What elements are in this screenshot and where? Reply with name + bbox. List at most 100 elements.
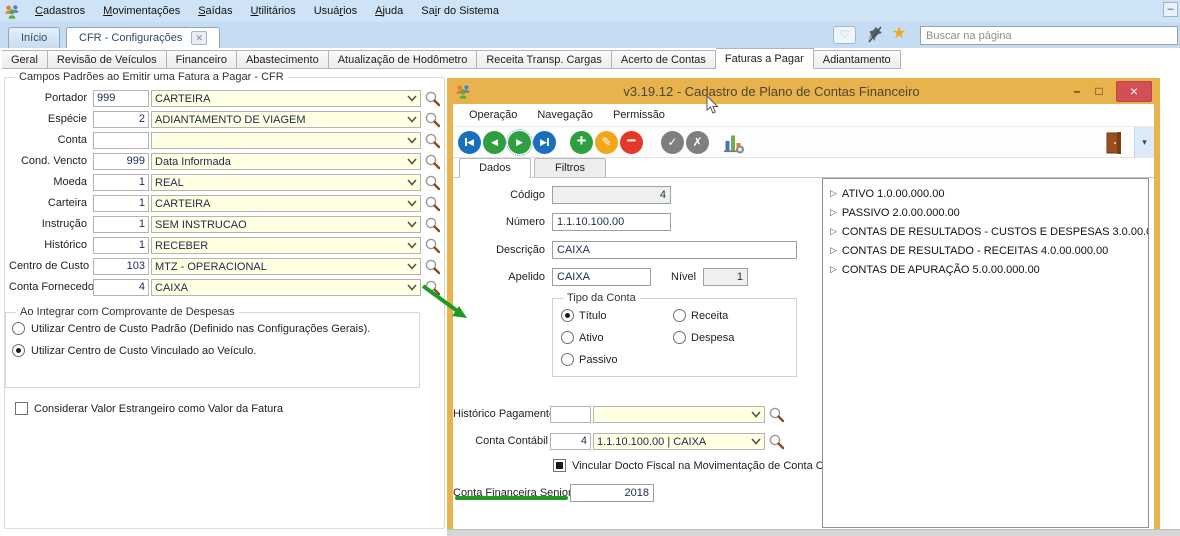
window-minimize-button[interactable]: – bbox=[1163, 2, 1178, 17]
radio-option[interactable]: Despesa bbox=[673, 331, 796, 344]
field-combo-select[interactable]: CAIXA bbox=[151, 279, 421, 296]
chevron-down-icon[interactable] bbox=[407, 221, 417, 228]
config-subtab[interactable]: Adiantamento bbox=[814, 50, 901, 69]
dialog-menu-item[interactable]: Navegação bbox=[527, 109, 603, 121]
last-record-button[interactable]: ▶ bbox=[533, 131, 556, 154]
pin-disabled-icon[interactable] bbox=[866, 25, 884, 45]
tab-filtros[interactable]: Filtros bbox=[534, 158, 606, 177]
tab-close-icon[interactable]: ✕ bbox=[191, 31, 207, 45]
lookup-magnifier-icon[interactable] bbox=[424, 258, 441, 275]
chevron-down-icon[interactable] bbox=[407, 116, 417, 123]
chevron-down-icon[interactable] bbox=[407, 158, 417, 165]
radio-button[interactable] bbox=[673, 309, 686, 322]
tree-expander-icon[interactable]: ▷ bbox=[830, 245, 837, 256]
menu-item[interactable]: Ajuda bbox=[366, 3, 412, 19]
chevron-down-icon[interactable] bbox=[407, 179, 417, 186]
radio-option[interactable]: Ativo bbox=[561, 331, 673, 344]
toolbar-dropdown-icon[interactable]: ▾ bbox=[1134, 127, 1154, 158]
lookup-magnifier-icon[interactable] bbox=[424, 195, 441, 212]
field-code-input[interactable] bbox=[93, 132, 149, 149]
tab-cfr-configuracoes[interactable]: CFR - Configurações ✕ bbox=[66, 27, 220, 48]
chevron-down-icon[interactable] bbox=[751, 438, 761, 445]
chevron-down-icon[interactable] bbox=[407, 284, 417, 291]
tree-item[interactable]: ▷ CONTAS DE RESULTADO - RECEITAS 4.0.00.… bbox=[827, 241, 1144, 260]
dialog-minimize-button[interactable]: – bbox=[1066, 84, 1088, 98]
field-code-input[interactable]: 1 bbox=[93, 174, 149, 191]
dialog-close-button[interactable]: × bbox=[1116, 81, 1152, 102]
delete-record-button[interactable]: − bbox=[620, 131, 643, 154]
chevron-down-icon[interactable] bbox=[407, 242, 417, 249]
add-record-button[interactable]: + bbox=[570, 131, 593, 154]
chevron-down-icon[interactable] bbox=[407, 200, 417, 207]
config-subtab[interactable]: Atualização de Hodômetro bbox=[329, 50, 478, 69]
radio-option[interactable]: Passivo bbox=[561, 353, 673, 366]
menu-item[interactable]: Cadastros bbox=[26, 3, 94, 19]
field-combo-select[interactable]: MTZ - OPERACIONAL bbox=[151, 258, 421, 275]
numero-input[interactable]: 1.1.10.100.00 bbox=[552, 213, 671, 231]
menu-item[interactable]: Usuários bbox=[305, 3, 366, 19]
field-combo-select[interactable]: SEM INSTRUCAO bbox=[151, 216, 421, 233]
menu-item[interactable]: Movimentações bbox=[94, 3, 189, 19]
search-input[interactable] bbox=[920, 26, 1178, 45]
tree-expander-icon[interactable]: ▷ bbox=[830, 226, 837, 237]
field-code-input[interactable]: 1 bbox=[93, 237, 149, 254]
lookup-magnifier-icon[interactable] bbox=[424, 90, 441, 107]
first-record-button[interactable]: ◀ bbox=[458, 131, 481, 154]
field-combo-select[interactable]: ADIANTAMENTO DE VIAGEM bbox=[151, 111, 421, 128]
field-code-input[interactable]: 103 bbox=[93, 258, 149, 275]
dialog-titlebar[interactable]: v3.19.12 - Cadastro de Plano de Contas F… bbox=[453, 78, 1154, 104]
menu-item[interactable]: Utilitários bbox=[241, 3, 304, 19]
tab-dados[interactable]: Dados bbox=[459, 158, 531, 178]
menu-item[interactable]: Sair do Sistema bbox=[412, 3, 508, 19]
radio-option[interactable]: Utilizar Centro de Custo Padrão (Definid… bbox=[12, 322, 419, 335]
lookup-magnifier-icon[interactable] bbox=[768, 406, 785, 423]
favorites-star-icon[interactable]: ★ bbox=[892, 25, 906, 43]
field-combo-select[interactable]: Data Informada bbox=[151, 153, 421, 170]
field-combo-select[interactable]: RECEBER bbox=[151, 237, 421, 254]
radio-option[interactable]: Título bbox=[561, 309, 673, 322]
lookup-magnifier-icon[interactable] bbox=[424, 132, 441, 149]
config-subtab[interactable]: Receita Transp. Cargas bbox=[477, 50, 612, 69]
foreign-value-checkbox-row[interactable]: Considerar Valor Estrangeiro como Valor … bbox=[15, 402, 283, 415]
radio-button[interactable] bbox=[12, 344, 25, 357]
previous-record-button[interactable]: ◀ bbox=[483, 131, 506, 154]
conta-financeira-senior-input[interactable]: 2018 bbox=[570, 484, 654, 502]
config-subtab[interactable]: Revisão de Veículos bbox=[48, 50, 167, 69]
tree-item[interactable]: ▷ PASSIVO 2.0.00.000.00 bbox=[827, 203, 1144, 222]
lookup-magnifier-icon[interactable] bbox=[768, 433, 785, 450]
chevron-down-icon[interactable] bbox=[407, 95, 417, 102]
radio-button[interactable] bbox=[12, 322, 25, 335]
field-code-input[interactable]: 1 bbox=[93, 195, 149, 212]
radio-button[interactable] bbox=[673, 331, 686, 344]
tree-expander-icon[interactable]: ▷ bbox=[830, 264, 837, 275]
exit-door-icon[interactable] bbox=[1106, 132, 1122, 154]
field-combo-select[interactable]: REAL bbox=[151, 174, 421, 191]
field-combo-select[interactable] bbox=[151, 132, 421, 149]
lookup-magnifier-icon[interactable] bbox=[424, 237, 441, 254]
config-subtab[interactable]: Financeiro bbox=[167, 50, 237, 69]
radio-option[interactable]: Utilizar Centro de Custo Vinculado ao Ve… bbox=[12, 344, 419, 357]
lookup-magnifier-icon[interactable] bbox=[424, 174, 441, 191]
cancel-button[interactable]: ✗ bbox=[686, 131, 709, 154]
next-record-button[interactable]: ▶ bbox=[508, 131, 531, 154]
field-code-input[interactable]: 4 bbox=[93, 279, 149, 296]
lookup-magnifier-icon[interactable] bbox=[424, 111, 441, 128]
vincular-docto-checkbox-row[interactable]: Vincular Docto Fiscal na Movimentação de… bbox=[553, 459, 859, 472]
historico-combo-select[interactable] bbox=[593, 406, 765, 423]
descricao-input[interactable]: CAIXA bbox=[552, 241, 797, 259]
tab-inicio[interactable]: Início bbox=[8, 27, 60, 48]
tree-expander-icon[interactable]: ▷ bbox=[830, 188, 837, 199]
chart-report-icon[interactable] bbox=[721, 130, 746, 155]
config-subtab[interactable]: Geral bbox=[2, 50, 48, 69]
field-combo-select[interactable]: CARTEIRA bbox=[151, 195, 421, 212]
confirm-button[interactable]: ✓ bbox=[661, 131, 684, 154]
checkbox[interactable] bbox=[15, 402, 28, 415]
dialog-maximize-button[interactable]: □ bbox=[1088, 84, 1110, 98]
radio-button[interactable] bbox=[561, 331, 574, 344]
config-subtab[interactable]: Acerto de Contas bbox=[612, 50, 716, 69]
chevron-down-icon[interactable] bbox=[407, 137, 417, 144]
conta-contabil-code-input[interactable]: 4 bbox=[550, 433, 591, 450]
checkbox[interactable] bbox=[553, 459, 566, 472]
field-code-input[interactable]: 999 bbox=[93, 90, 149, 107]
dialog-menu-item[interactable]: Operação bbox=[459, 109, 527, 121]
